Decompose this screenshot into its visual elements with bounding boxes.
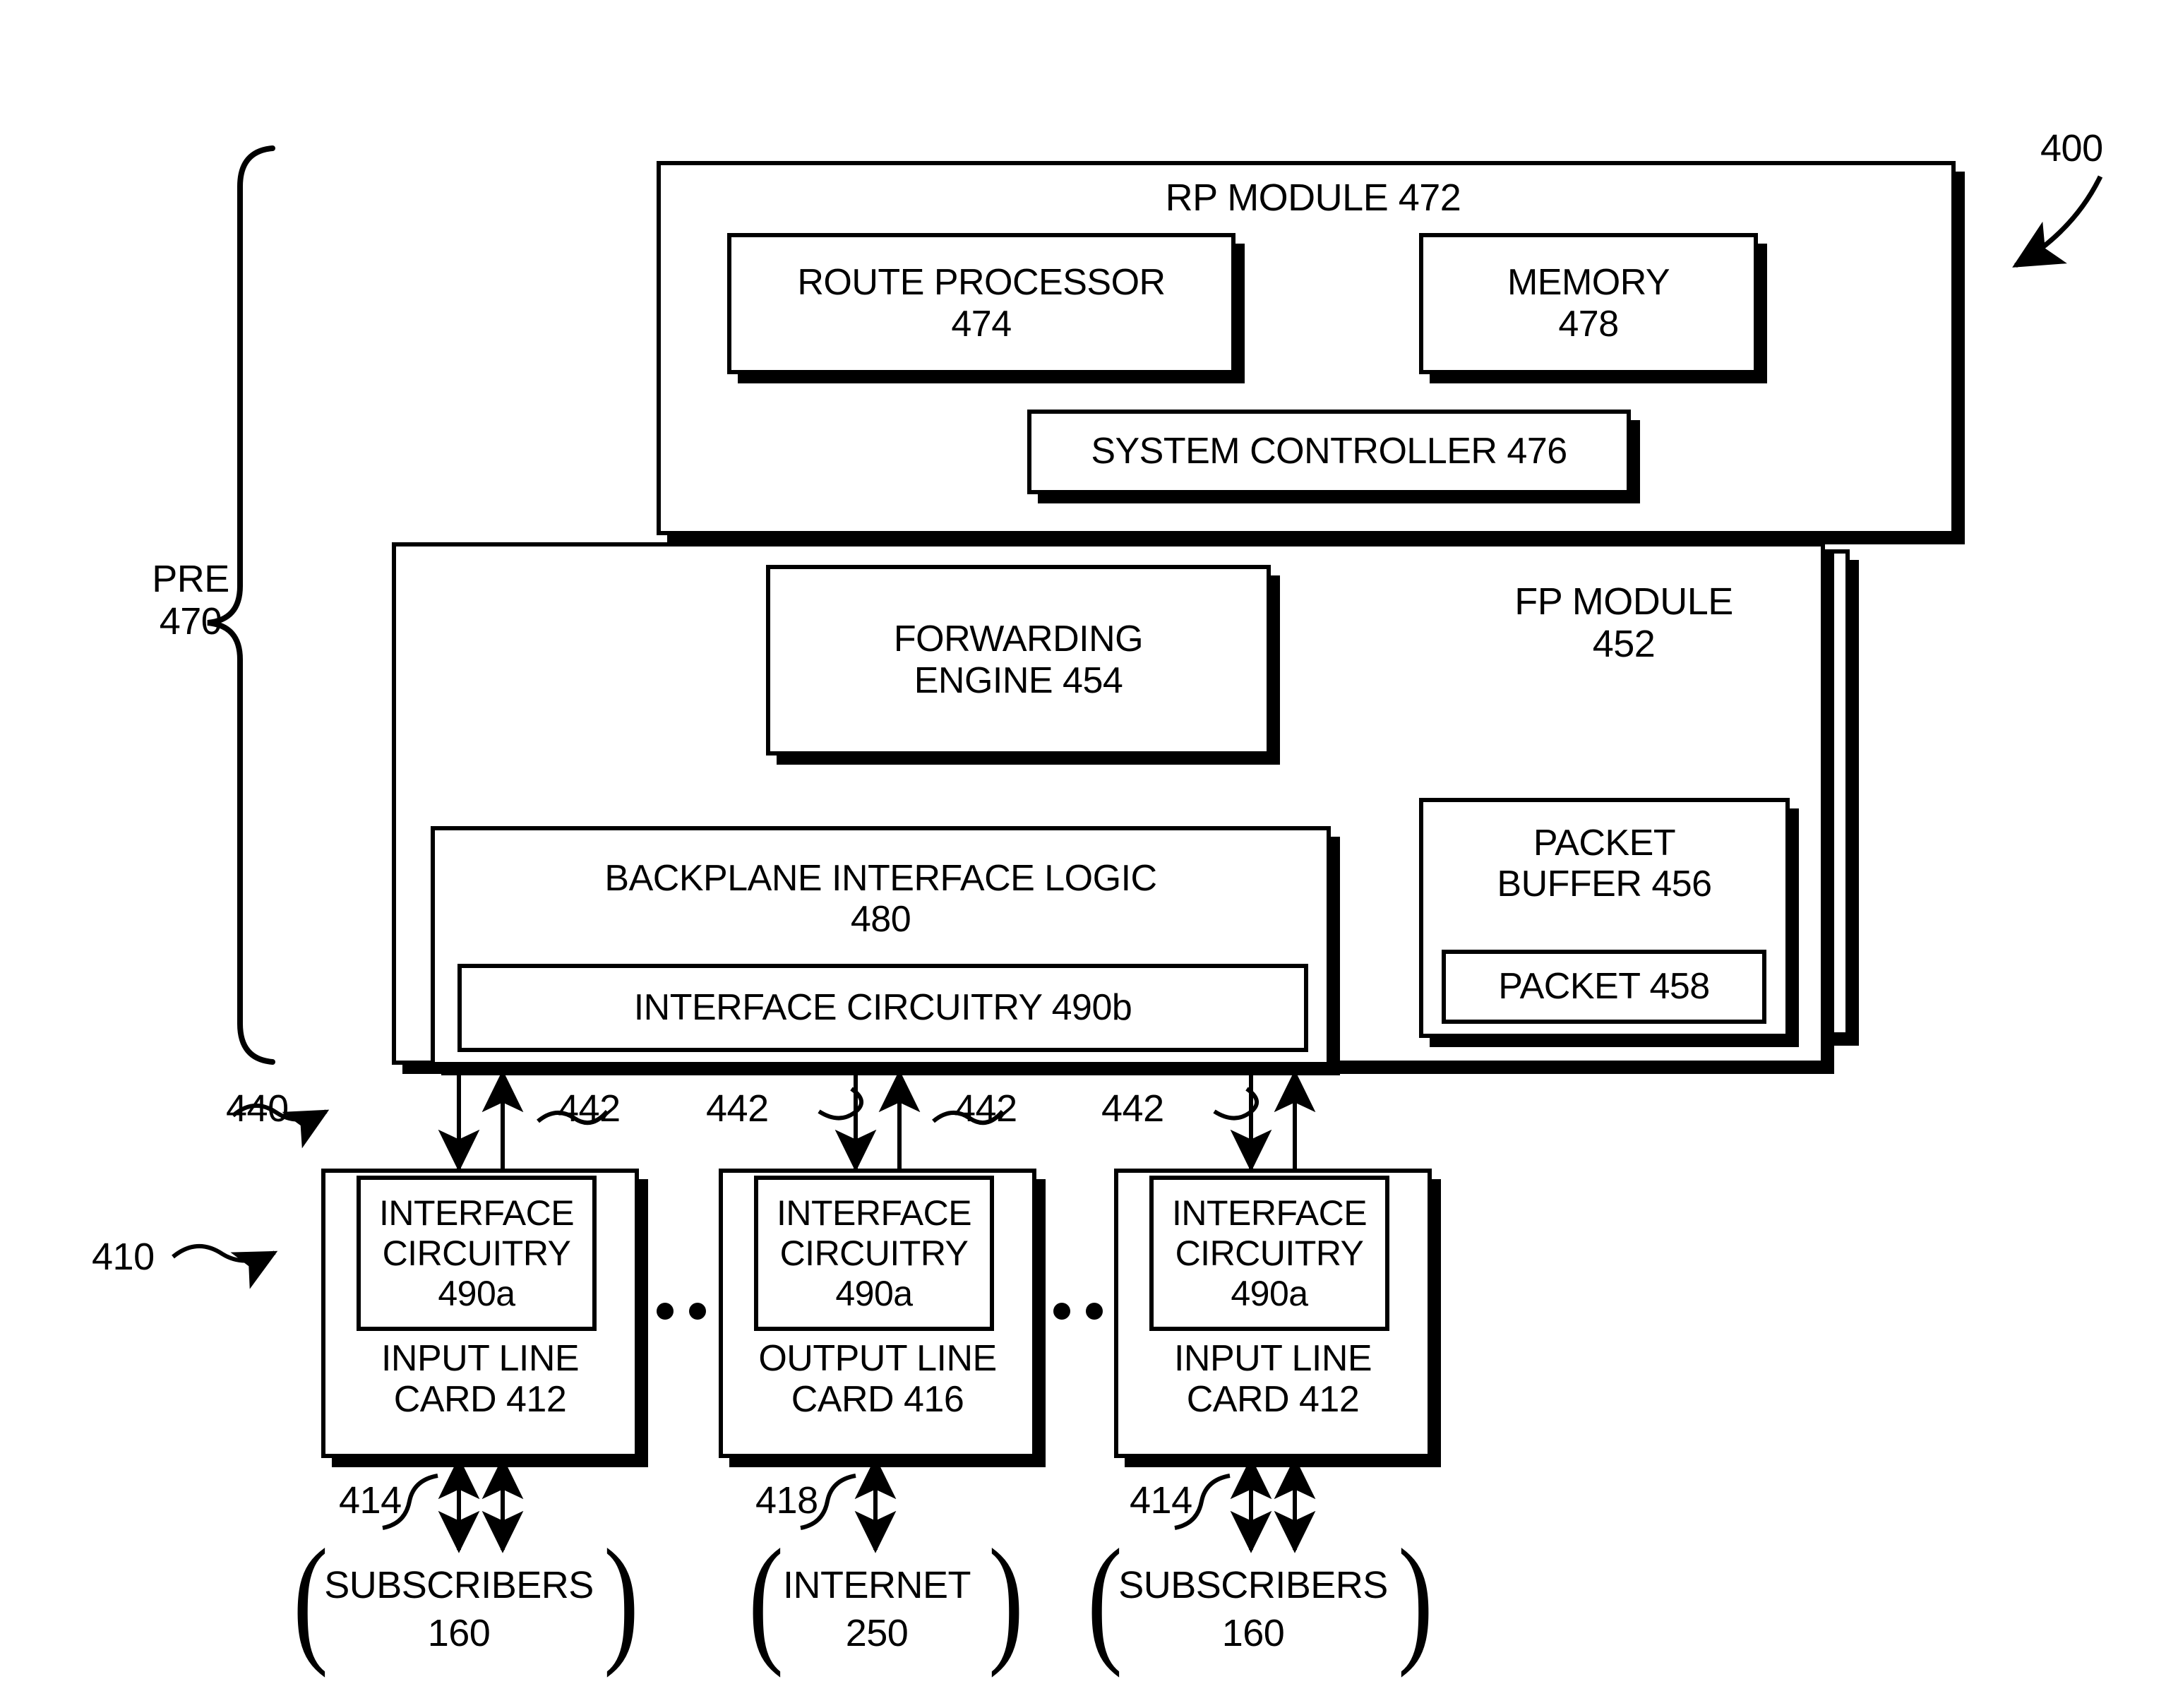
line-card-2-label: OUTPUT LINE CARD 416 [758,1338,997,1421]
fp-module-title: FP MODULE 452 [1514,580,1733,666]
forwarding-engine-box: FORWARDING ENGINE 454 [766,565,1271,756]
line-card-2-endpoint-number: 250 [845,1612,909,1654]
pre-470-label: PRE 470 [152,558,229,643]
line-cards-ref-410: 410 [92,1236,155,1278]
bus-label-442-d: 442 [1101,1087,1164,1130]
dot [1086,1303,1103,1320]
line-card-1-interface-circuitry: INTERFACE CIRCUITRY 490a [357,1176,597,1331]
line-card-2-endpoint-name: INTERNET [783,1564,971,1606]
line-card-3-link-ref: 414 [1130,1479,1192,1522]
memory-box: MEMORY 478 [1419,233,1758,374]
figure-ref-400: 400 [2040,127,2103,169]
packet-458-box: PACKET 458 [1442,950,1766,1024]
line-card-3-endpoint-number: 160 [1221,1612,1285,1654]
bus-label-442-a: 442 [558,1087,621,1130]
bus-label-442-c: 442 [955,1087,1017,1130]
line-card-2-link-ref: 418 [755,1479,818,1522]
packet-buffer-label: PACKET BUFFER 456 [1497,823,1712,905]
bus-label-442-b: 442 [706,1087,769,1130]
dot [657,1303,674,1320]
interface-circuitry-490b-box: INTERFACE CIRCUITRY 490b [457,964,1308,1052]
line-card-1-link-ref: 414 [339,1479,402,1522]
line-card-1-endpoint-name: SUBSCRIBERS [324,1564,594,1606]
line-card-1-endpoint-number: 160 [427,1612,491,1654]
line-card-3-endpoint-name: SUBSCRIBERS [1118,1564,1388,1606]
line-card-3-interface-circuitry: INTERFACE CIRCUITRY 490a [1149,1176,1389,1331]
rp-module-title: RP MODULE 472 [1165,177,1461,219]
line-card-3-label: INPUT LINE CARD 412 [1173,1338,1372,1421]
route-processor-box: ROUTE PROCESSOR 474 [727,233,1235,374]
dot [689,1303,706,1320]
backplane-ref-440: 440 [226,1087,289,1130]
backplane-interface-logic-label: BACKPLANE INTERFACE LOGIC 480 [604,858,1157,940]
line-card-2-interface-circuitry: INTERFACE CIRCUITRY 490a [754,1176,994,1331]
patent-figure-canvas: RP MODULE 472 ROUTE PROCESSOR 474 MEMORY… [0,0,2178,1708]
dot [1053,1303,1070,1320]
line-card-1-label: INPUT LINE CARD 412 [381,1338,580,1421]
system-controller-box: SYSTEM CONTROLLER 476 [1027,410,1631,494]
